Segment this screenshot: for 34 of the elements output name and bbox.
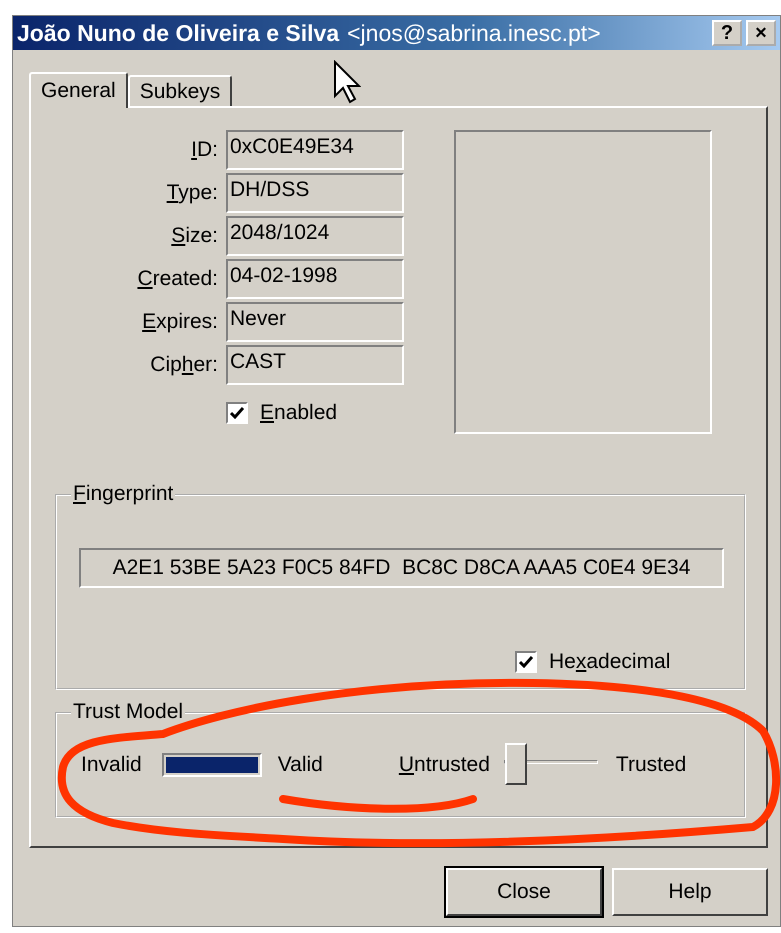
window-title: João Nuno de Oliveira e Silva <box>17 20 340 46</box>
fingerprint-field: A2E1 53BE 5A23 F0C5 84FD BC8C D8CA AAA5 C0E4 9E34 <box>79 548 724 588</box>
field-label: Size: <box>171 224 218 248</box>
trust-slider-thumb[interactable] <box>504 743 527 785</box>
scale-label: Trusted <box>616 753 686 777</box>
value-field: CAST <box>226 345 404 385</box>
field-label: Expires: <box>142 310 218 334</box>
group-title: Fingerprint <box>71 482 176 506</box>
close-button[interactable]: Close <box>446 868 602 916</box>
value-field: DH/DSS <box>226 173 404 213</box>
help-button[interactable]: Help <box>612 868 768 916</box>
check-icon <box>230 407 244 419</box>
field-label: ID: <box>191 138 218 162</box>
field-label: Created: <box>137 267 218 291</box>
check-icon <box>519 656 533 668</box>
scale-label: Untrusted <box>398 753 490 777</box>
value-field: 0xC0E49E34 <box>226 130 404 170</box>
checkbox-label: Enabled <box>260 401 338 425</box>
help-button[interactable]: ? <box>712 20 742 46</box>
window-email: <jnos@sabrina.inesc.pt> <box>347 20 601 46</box>
hexadecimal-checkbox[interactable] <box>515 651 537 673</box>
enabled-checkbox[interactable] <box>226 402 248 424</box>
field-label: Type: <box>166 181 218 205</box>
tab[interactable]: General <box>29 72 128 108</box>
scale-label: Valid <box>278 753 323 777</box>
tab[interactable]: Subkeys <box>128 75 232 106</box>
field-label: Cipher: <box>150 353 218 377</box>
value-field: 04-02-1998 <box>226 259 404 299</box>
close-button[interactable]: × <box>746 20 776 46</box>
checkbox-label: Hexadecimal <box>549 650 670 674</box>
scale-label: Invalid <box>81 753 142 777</box>
cursor-icon <box>333 60 361 104</box>
value-field: 2048/1024 <box>226 216 404 256</box>
value-field: Never <box>226 302 404 342</box>
